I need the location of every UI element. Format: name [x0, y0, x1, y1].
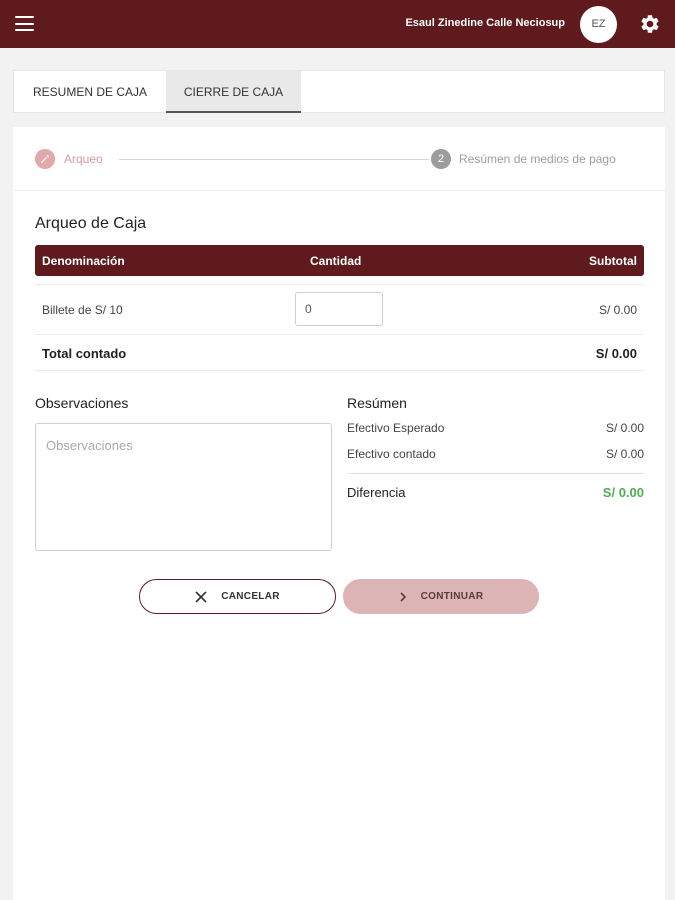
divider [35, 370, 644, 371]
continue-button[interactable]: CONTINUAR [343, 579, 539, 614]
tab-bar: RESUMEN DE CAJA CIERRE DE CAJA [13, 70, 665, 113]
step-arqueo-label: Arqueo [64, 152, 103, 166]
avatar[interactable]: EZ [580, 6, 617, 43]
resumen-title: Resúmen [347, 395, 407, 411]
chevron-right-icon [400, 591, 406, 602]
efectivo-esperado-label: Efectivo Esperado [347, 421, 445, 435]
cantidad-input[interactable] [295, 292, 383, 326]
table-header: Denominación Cantidad Subtotal [35, 245, 644, 276]
tab-resumen-de-caja[interactable]: RESUMEN DE CAJA [14, 71, 166, 113]
gear-icon[interactable] [639, 13, 661, 35]
pencil-icon [35, 149, 55, 169]
column-header-subtotal: Subtotal [589, 254, 637, 268]
arqueo-title: Arqueo de Caja [35, 215, 147, 232]
observaciones-title: Observaciones [35, 395, 129, 411]
cancel-button-label: CANCELAR [221, 591, 280, 602]
total-contado-value: S/ 0.00 [595, 346, 637, 361]
column-header-denominacion: Denominación [42, 254, 125, 268]
diferencia-value: S/ 0.00 [602, 485, 644, 500]
efectivo-contado-label: Efectivo contado [347, 447, 436, 461]
column-header-cantidad: Cantidad [310, 254, 362, 268]
efectivo-esperado-value: S/ 0.00 [605, 421, 644, 435]
tab-cierre-de-caja[interactable]: CIERRE DE CAJA [166, 71, 301, 113]
denominacion-cell: Billete de S/ 10 [42, 303, 123, 317]
divider [35, 334, 644, 335]
top-app-bar: Esaul Zinedine Calle Neciosup EZ [0, 0, 675, 48]
total-contado-label: Total contado [42, 346, 127, 361]
diferencia-label: Diferencia [347, 485, 406, 500]
divider [35, 284, 644, 285]
step-resumen-label: Resúmen de medios de pago [459, 152, 616, 166]
continue-button-label: CONTINUAR [420, 591, 484, 602]
step-2-number: 2 [431, 149, 451, 169]
stepper-connector [119, 159, 429, 160]
cierre-card: Arqueo 2 Resúmen de medios de pago Arque… [13, 127, 665, 900]
cancel-button[interactable]: CANCELAR [139, 579, 336, 614]
stepper: Arqueo 2 Resúmen de medios de pago [13, 127, 665, 191]
close-icon [195, 590, 207, 603]
divider [347, 473, 644, 474]
subtotal-cell: S/ 0.00 [598, 303, 637, 317]
user-name: Esaul Zinedine Calle Neciosup [405, 17, 565, 29]
efectivo-contado-value: S/ 0.00 [605, 447, 644, 461]
observaciones-textarea[interactable] [35, 423, 332, 551]
menu-icon[interactable] [15, 16, 34, 31]
